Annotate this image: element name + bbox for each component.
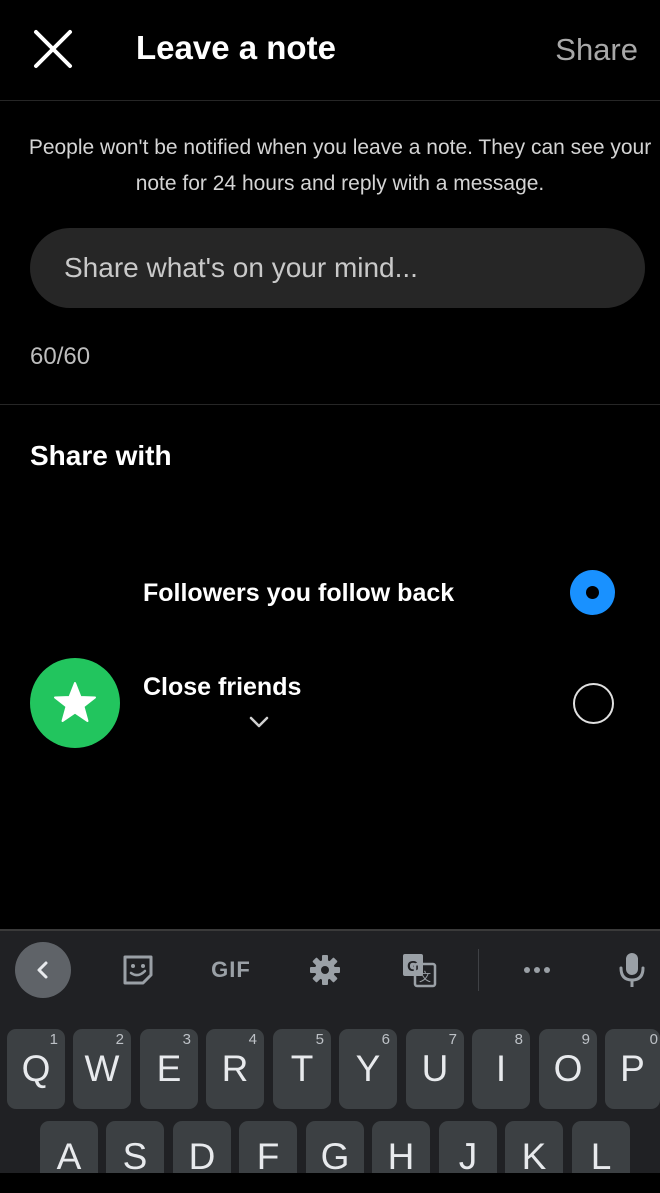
svg-text:文: 文: [419, 969, 431, 984]
radio-close-friends[interactable]: [573, 683, 614, 724]
share-button[interactable]: Share: [555, 28, 638, 72]
key-hint: 9: [581, 1031, 590, 1048]
key-o[interactable]: O9: [539, 1029, 597, 1109]
key-t[interactable]: T5: [273, 1029, 331, 1109]
sticker-icon[interactable]: [110, 942, 166, 998]
key-label: I: [495, 1048, 507, 1089]
close-icon: [34, 30, 72, 68]
key-w[interactable]: W2: [73, 1029, 131, 1109]
key-label: L: [590, 1136, 612, 1177]
key-label: F: [256, 1136, 280, 1177]
key-e[interactable]: E3: [140, 1029, 198, 1109]
key-label: T: [290, 1048, 314, 1089]
key-label: S: [122, 1136, 148, 1177]
key-g[interactable]: G: [306, 1121, 364, 1177]
option-close-friends-label[interactable]: Close friends: [143, 670, 301, 704]
star-icon: [54, 682, 96, 722]
radio-dot: [586, 586, 599, 599]
key-label: G: [320, 1136, 350, 1177]
mic-icon[interactable]: [604, 942, 660, 998]
key-u[interactable]: U7: [406, 1029, 464, 1109]
key-y[interactable]: Y6: [339, 1029, 397, 1109]
key-hint: 1: [49, 1031, 58, 1048]
chevron-down-icon[interactable]: [248, 711, 270, 733]
key-label: Y: [355, 1048, 381, 1089]
key-label: R: [221, 1048, 249, 1089]
notice-text: People won't be notified when you leave …: [28, 136, 652, 195]
key-hint: 2: [115, 1031, 124, 1048]
key-label: K: [521, 1136, 547, 1177]
key-label: Q: [21, 1048, 51, 1089]
share-with-heading: Share with: [30, 440, 172, 471]
key-label: O: [553, 1048, 583, 1089]
section-divider: [0, 404, 660, 405]
page-title: Leave a note: [136, 29, 336, 66]
close-button[interactable]: [28, 24, 78, 74]
key-a[interactable]: A: [40, 1121, 98, 1177]
gif-button[interactable]: GIF: [203, 942, 259, 998]
back-icon[interactable]: [15, 942, 71, 998]
key-label: U: [421, 1048, 449, 1089]
key-j[interactable]: J: [439, 1121, 497, 1177]
key-label: A: [56, 1136, 82, 1177]
key-label: D: [188, 1136, 216, 1177]
gear-icon[interactable]: [297, 942, 353, 998]
keyboard-top-border: [0, 929, 660, 931]
translate-icon[interactable]: G 文: [391, 942, 447, 998]
key-i[interactable]: I8: [472, 1029, 530, 1109]
key-l[interactable]: L: [572, 1121, 630, 1177]
key-label: J: [458, 1136, 478, 1177]
key-hint: 3: [182, 1031, 191, 1048]
key-label: E: [156, 1048, 182, 1089]
key-hint: 6: [381, 1031, 390, 1048]
key-label: P: [620, 1048, 645, 1089]
key-label: W: [84, 1048, 120, 1089]
note-input[interactable]: [30, 228, 645, 308]
svg-text:G: G: [407, 958, 419, 975]
radio-followers-selected[interactable]: [570, 570, 615, 615]
key-label: H: [387, 1136, 415, 1177]
key-q[interactable]: Q1: [7, 1029, 65, 1109]
toolbar-divider: [478, 949, 479, 991]
key-f[interactable]: F: [239, 1121, 297, 1177]
key-hint: 8: [514, 1031, 523, 1048]
key-h[interactable]: H: [372, 1121, 430, 1177]
close-friends-avatar: [30, 658, 120, 748]
key-hint: 7: [448, 1031, 457, 1048]
option-followers-label[interactable]: Followers you follow back: [143, 576, 454, 610]
key-d[interactable]: D: [173, 1121, 231, 1177]
header-divider: [0, 100, 660, 101]
key-r[interactable]: R4: [206, 1029, 264, 1109]
more-icon[interactable]: [509, 942, 565, 998]
key-k[interactable]: K: [505, 1121, 563, 1177]
char-count: 60/60: [30, 343, 91, 370]
gif-label: GIF: [211, 957, 251, 982]
key-s[interactable]: S: [106, 1121, 164, 1177]
key-p[interactable]: P0: [605, 1029, 660, 1109]
key-hint: 5: [315, 1031, 324, 1048]
key-hint: 4: [248, 1031, 257, 1048]
key-hint: 0: [649, 1031, 658, 1048]
